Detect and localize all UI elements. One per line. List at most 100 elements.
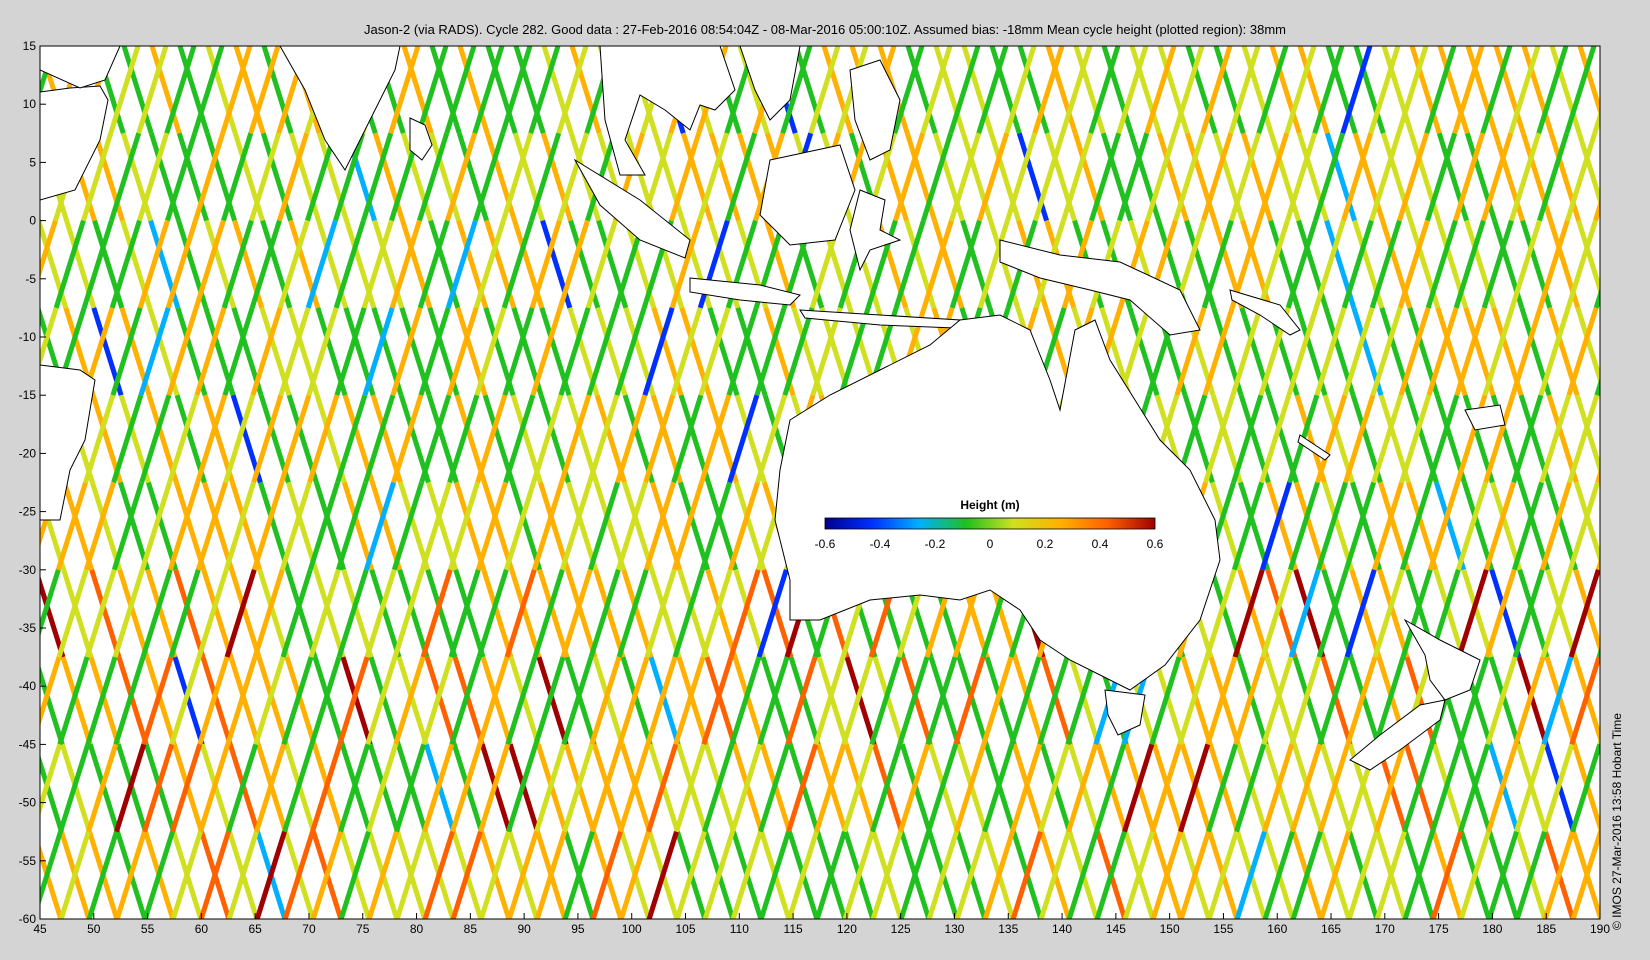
track-segment: [3, 570, 30, 657]
track-segment: [1624, 221, 1650, 308]
x-tick-label: 80: [410, 922, 424, 936]
track-segment: [1633, 395, 1650, 482]
track-segment: [1627, 570, 1650, 657]
track-segment: [1630, 832, 1650, 919]
x-tick-label: 135: [998, 922, 1018, 936]
colorbar-tick-label: 0.2: [1037, 537, 1054, 551]
colorbar-title: Height (m): [960, 498, 1019, 512]
track-segment: [1625, 308, 1650, 395]
track-segment: [0, 46, 26, 133]
colorbar-tick-label: -0.6: [815, 537, 836, 551]
track-segment: [1629, 832, 1650, 919]
track-segment: [40, 306, 41, 308]
track-segment: [1623, 46, 1650, 133]
track-segment: [1623, 133, 1650, 220]
x-tick-label: 60: [195, 922, 209, 936]
track-segment: [1604, 483, 1631, 570]
y-tick-label: -5: [25, 272, 36, 286]
track-segment: [8, 570, 35, 657]
colorbar-tick-label: 0.6: [1147, 537, 1164, 551]
track-segment: [0, 744, 6, 831]
track-segment: [1607, 221, 1634, 308]
track-segment: [1608, 46, 1635, 133]
track-segment: [0, 221, 10, 308]
track-segment: [0, 483, 2, 570]
track-segment: [0, 570, 2, 657]
y-tick-label: 15: [23, 39, 37, 53]
x-tick-label: 150: [1160, 922, 1180, 936]
track-segment: [1604, 570, 1631, 657]
x-tick-label: 95: [571, 922, 585, 936]
track-segment: [0, 395, 1, 482]
y-tick-label: 0: [29, 214, 36, 228]
track-segment: [5, 832, 32, 919]
track-segment: [0, 46, 11, 133]
track-segment: [1, 308, 28, 395]
colorbar-tick-label: 0.4: [1092, 537, 1109, 551]
x-tick-label: 125: [891, 922, 911, 936]
track-segment: [1605, 395, 1632, 482]
track-segment: [2, 483, 29, 570]
x-tick-label: 180: [1482, 922, 1502, 936]
x-tick-label: 175: [1429, 922, 1449, 936]
track-segment: [0, 657, 3, 744]
x-tick-label: 160: [1267, 922, 1287, 936]
colorbar-ramp: [824, 517, 1156, 530]
track-segment: [1628, 657, 1650, 744]
track-segment: [1628, 744, 1650, 831]
track-segment: [1635, 133, 1650, 220]
track-segment: [1594, 376, 1600, 396]
x-tick-label: 70: [302, 922, 316, 936]
track-segment: [1607, 133, 1634, 220]
colorbar-tick-label: -0.4: [870, 537, 891, 551]
x-tick-label: 185: [1536, 922, 1556, 936]
track-segment: [1630, 744, 1650, 831]
track-segment: [1626, 483, 1650, 570]
y-tick-label: -10: [19, 330, 37, 344]
y-tick-label: 5: [29, 155, 36, 169]
track-segment: [0, 395, 8, 482]
track-segment: [1595, 556, 1600, 571]
track-segment: [0, 221, 27, 308]
x-tick-label: 85: [464, 922, 478, 936]
y-tick-label: -55: [19, 854, 37, 868]
track-segment: [1596, 645, 1600, 658]
track-segment: [1636, 46, 1650, 133]
track-segment: [40, 127, 42, 134]
track-segment: [6, 832, 33, 919]
track-segment: [1632, 570, 1650, 657]
y-tick-label: -40: [19, 679, 37, 693]
track-segment: [1631, 657, 1650, 744]
y-tick-label: -25: [19, 505, 37, 519]
track-segment: [0, 657, 6, 744]
x-tick-label: 190: [1590, 922, 1610, 936]
track-segment: [4, 657, 31, 744]
x-tick-label: 100: [622, 922, 642, 936]
y-tick-label: -20: [19, 446, 37, 460]
track-segment: [8, 483, 35, 570]
track-segment: [0, 483, 8, 570]
x-tick-label: 110: [730, 922, 749, 936]
x-tick-label: 165: [1321, 922, 1341, 936]
x-tick-label: 170: [1375, 922, 1395, 936]
x-tick-label: 90: [517, 922, 531, 936]
y-tick-label: -45: [19, 737, 37, 751]
y-tick-label: -30: [19, 563, 37, 577]
y-tick-label: -50: [19, 796, 37, 810]
x-tick-label: 105: [676, 922, 696, 936]
track-segment: [1632, 483, 1650, 570]
x-tick-label: 50: [87, 922, 101, 936]
y-tick-label: -35: [19, 621, 37, 635]
track-segment: [1634, 308, 1650, 395]
track-segment: [0, 832, 5, 919]
track-segment: [1626, 395, 1650, 482]
track-segment: [0, 308, 9, 395]
x-tick-label: 145: [1106, 922, 1126, 936]
y-tick-label: -60: [19, 912, 37, 926]
track-segment: [1606, 308, 1633, 395]
x-tick-label: 55: [141, 922, 155, 936]
y-tick-label: -15: [19, 388, 37, 402]
track-segment: [0, 744, 4, 831]
x-tick-label: 65: [248, 922, 262, 936]
track-segment: [40, 216, 41, 221]
